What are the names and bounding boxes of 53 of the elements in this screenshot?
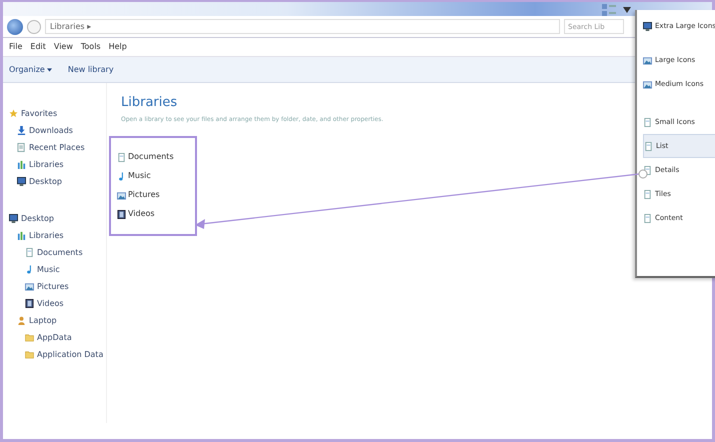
sidebar-item[interactable]: Desktop [9,210,106,227]
sidebar-item[interactable]: Documents [9,244,106,261]
picture-icon [25,282,34,291]
monitor-icon [9,214,18,223]
document-icon [643,118,652,126]
sidebar-item[interactable]: AppData [9,329,106,346]
picture-icon [643,80,652,88]
sidebar-item[interactable]: Libraries [9,156,106,173]
menu-item[interactable]: Tools [80,41,101,53]
back-button[interactable] [7,18,23,34]
star-icon [9,109,18,118]
address-field[interactable]: Libraries ▸ [45,19,560,34]
download-icon [17,126,26,135]
document-icon [25,248,34,257]
library-icon [17,160,26,169]
menu-item[interactable]: Edit [30,41,46,53]
sidebar-item[interactable]: Application Data [9,346,106,363]
library-icon [17,231,26,240]
library-item[interactable]: Videos [117,204,189,224]
document-icon [643,190,652,198]
music-note-icon [25,265,34,274]
document-stack-icon [17,143,26,152]
menu-item[interactable]: Help [108,41,127,53]
document-icon [644,142,653,150]
document-icon [643,214,652,222]
document-icon [117,152,126,162]
film-icon [117,210,126,219]
sidebar-item[interactable]: Pictures [9,278,106,295]
sidebar-item[interactable]: Downloads [9,122,106,139]
view-icon[interactable] [601,3,617,17]
sidebar-item[interactable]: Favorites [9,105,106,122]
monitor-icon [17,177,26,186]
person-icon [17,316,26,325]
picture-icon [643,56,652,64]
film-icon [25,299,34,308]
library-item[interactable]: Music [117,166,189,186]
menu-item[interactable]: View [54,41,73,53]
sidebar-item[interactable]: Laptop [9,312,106,329]
menu-item[interactable]: File [9,41,22,53]
sidebar-item[interactable]: Recent Places [9,139,106,156]
sidebar-item[interactable]: Videos [9,295,106,312]
toolbar-button[interactable]: New library [68,64,114,76]
sidebar-item[interactable]: Music [9,261,106,278]
toolbar-button[interactable]: Organize [9,64,52,76]
caret-icon[interactable] [623,7,631,13]
sidebar-item[interactable]: Libraries [9,227,106,244]
picture-icon [117,190,126,200]
library-item[interactable]: Documents [117,148,189,167]
sidebar-item[interactable]: Desktop [9,173,106,190]
monitor-icon [643,22,652,30]
library-item[interactable]: Pictures [117,186,189,205]
page-heading: Libraries [121,95,178,111]
music-note-icon [117,172,126,181]
